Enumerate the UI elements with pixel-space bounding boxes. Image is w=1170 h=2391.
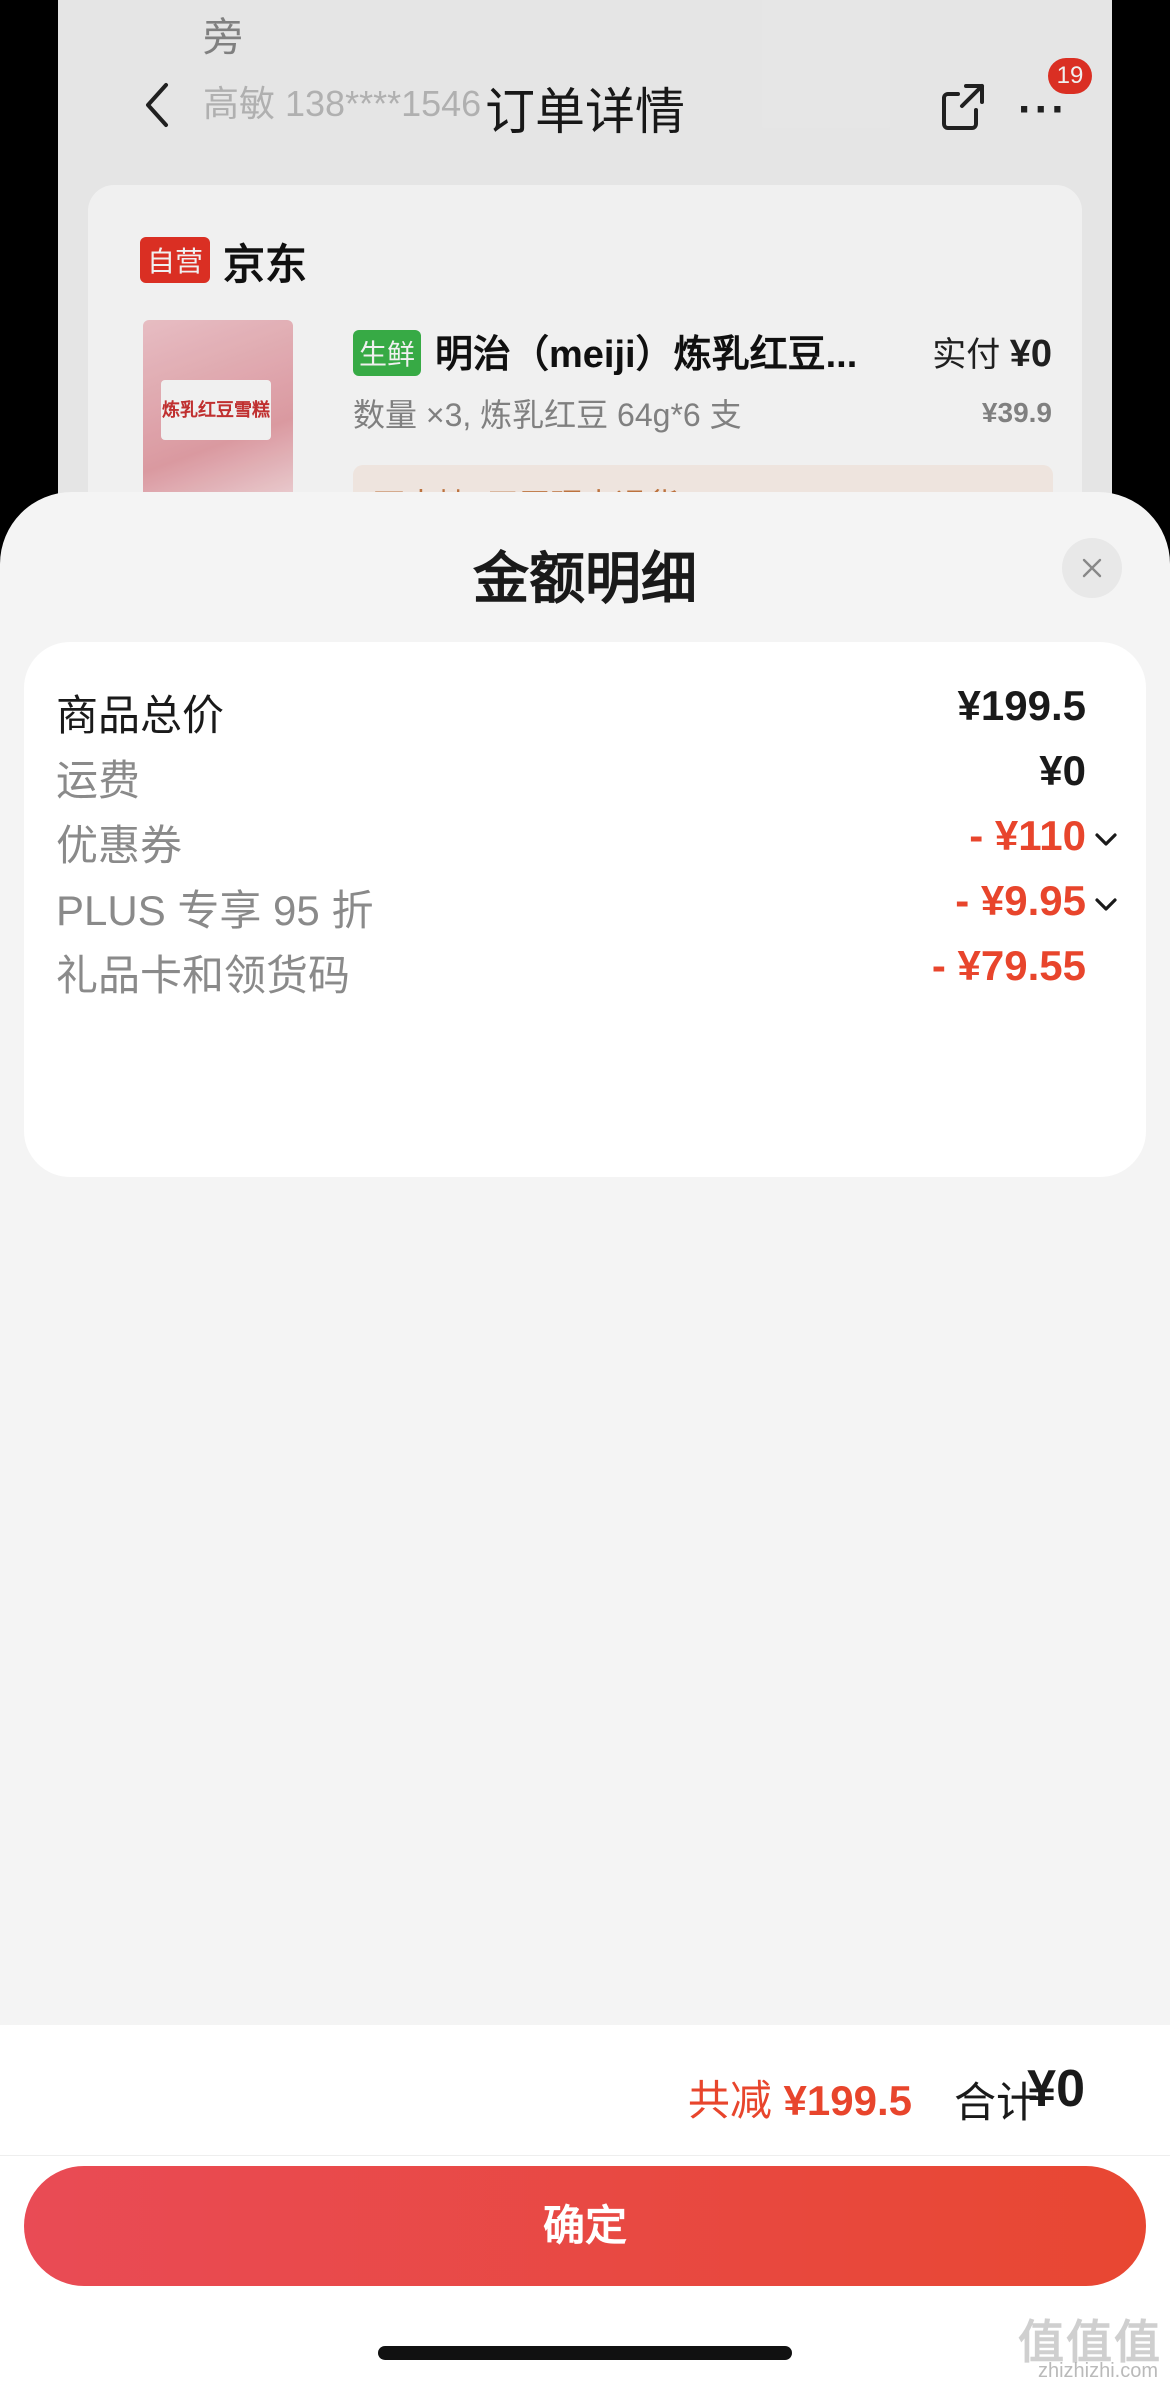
- row-label: 运费: [56, 757, 141, 804]
- watermark-url: zhizhizhi.com: [1037, 2360, 1158, 2382]
- home-indicator[interactable]: [378, 2346, 792, 2360]
- chevron-down-icon[interactable]: [1092, 826, 1120, 854]
- chevron-down-icon[interactable]: [1092, 891, 1120, 919]
- sheet-title: 金额明细: [473, 547, 697, 610]
- total-reduction: 共减 ¥199.5: [688, 2067, 912, 2128]
- row-label: PLUS 专享 95 折: [56, 887, 374, 934]
- row-label: 优惠券: [56, 822, 183, 869]
- row-label: 礼品卡和领货码: [56, 952, 351, 999]
- row-value: ¥199.5: [957, 682, 1086, 729]
- total-label: 合计: [953, 2079, 1038, 2126]
- close-icon: [1082, 558, 1102, 578]
- amount-detail-sheet: 金额明细 商品总价 ¥199.5 运费 ¥0 优惠券 - ¥110 PLUS 专…: [0, 492, 1170, 2391]
- total-value: ¥0: [1027, 2060, 1085, 2118]
- close-button[interactable]: [1062, 538, 1122, 598]
- summary-bar: 共减 ¥199.5 合计 ¥0: [0, 2025, 1170, 2155]
- row-value: - ¥79.55: [931, 942, 1086, 989]
- row-value: ¥0: [1039, 747, 1086, 794]
- reduction-value: ¥199.5: [783, 2077, 912, 2124]
- confirm-button[interactable]: 确定: [24, 2166, 1146, 2286]
- confirm-area: 确定: [0, 2155, 1170, 2391]
- row-value: - ¥9.95: [955, 877, 1086, 924]
- row-value: - ¥110: [969, 812, 1086, 859]
- row-label: 商品总价: [56, 692, 225, 739]
- reduction-label: 共减: [687, 2077, 772, 2124]
- amount-detail-card: 商品总价 ¥199.5 运费 ¥0 优惠券 - ¥110 PLUS 专享 95 …: [24, 642, 1146, 1177]
- row-gift-card: 礼品卡和领货码 - ¥79.55: [24, 930, 1146, 1010]
- dim-overlay[interactable]: [58, 0, 1112, 520]
